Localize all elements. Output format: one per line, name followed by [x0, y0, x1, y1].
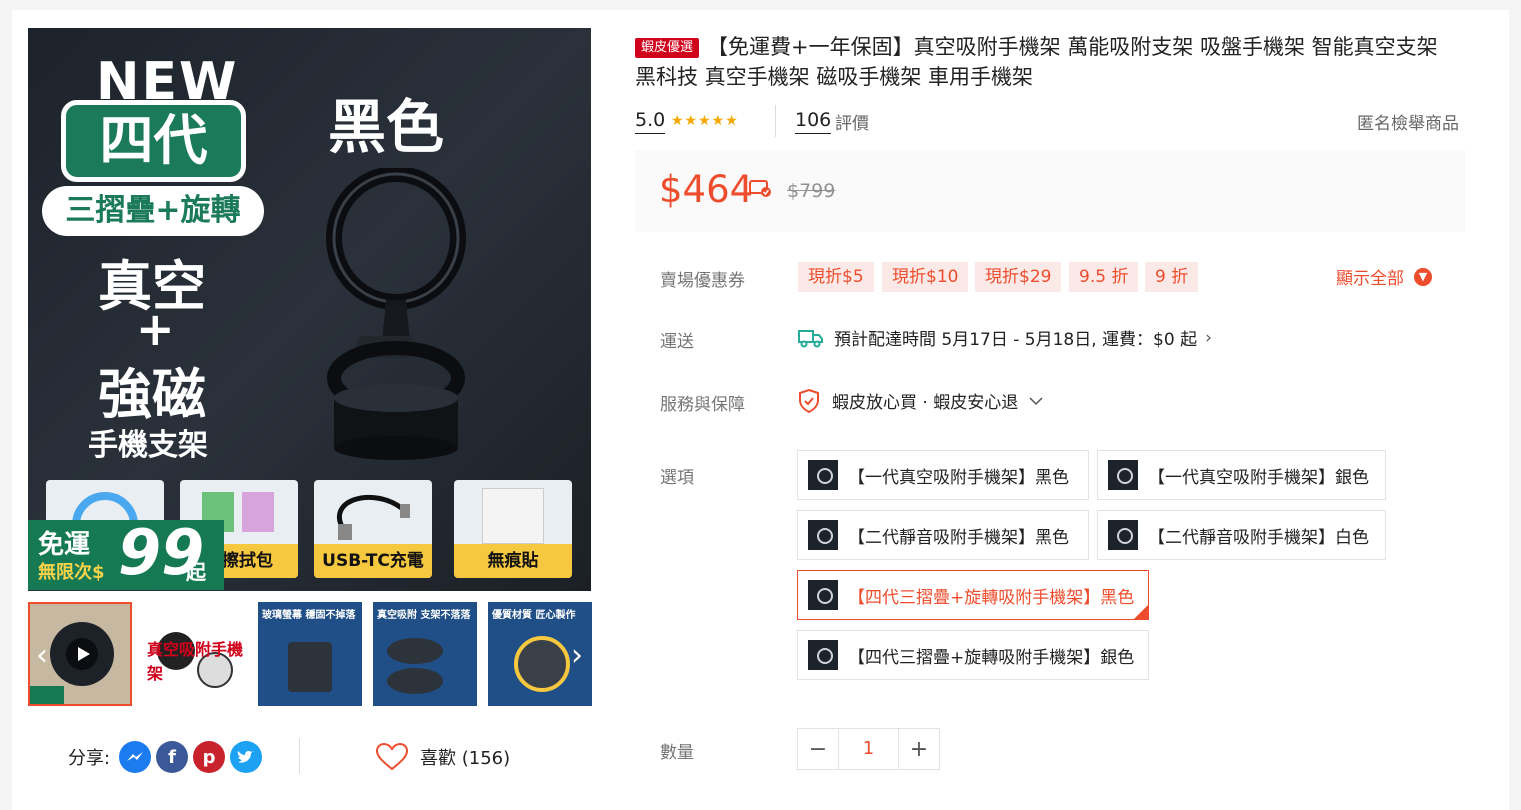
truck-icon	[798, 329, 823, 347]
option-label: 【四代三摺疊+旋轉吸附手機架】銀色	[848, 647, 1135, 668]
quantity-label: 數量	[660, 743, 694, 763]
twitter-icon[interactable]	[230, 741, 263, 773]
main-image-generation-badge: 四代	[61, 100, 246, 182]
main-image-holder-text: 手機支架	[88, 428, 208, 463]
thumbnail-caption: 優質材質 匠心製作	[492, 610, 576, 621]
facebook-icon[interactable]: f	[156, 741, 189, 773]
thumbnail-2[interactable]: 真空吸附手機架	[143, 602, 247, 706]
chevron-down-icon	[1029, 396, 1043, 405]
option-gen4-black-selected[interactable]: 【四代三摺疊+旋轉吸附手機架】黑色	[797, 570, 1149, 620]
service-guarantee[interactable]: 蝦皮放心買 · 蝦皮安心退	[798, 388, 1044, 413]
voucher-chip[interactable]: 9 折	[1145, 262, 1199, 292]
quantity-stepper: − 1 +	[797, 728, 940, 770]
shipping-label: 運送	[660, 332, 694, 352]
service-label: 服務與保障	[660, 395, 745, 415]
thumbnail-caption: 玻璃螢幕 穩固不掉落	[262, 610, 356, 621]
rating-value[interactable]: 5.0	[635, 107, 666, 134]
service-text: 蝦皮放心買 · 蝦皮安心退	[832, 393, 1019, 413]
main-image-feature-pill: 三摺疊+旋轉	[42, 186, 264, 236]
decrease-quantity-button[interactable]: −	[798, 729, 838, 769]
option-thumbnail	[808, 640, 838, 670]
option-thumbnail	[1108, 460, 1138, 490]
option-gen2-white[interactable]: 【二代靜音吸附手機架】白色	[1097, 510, 1386, 560]
selected-check-icon	[1134, 605, 1148, 619]
tile-label: USB-TC充電線	[314, 544, 432, 578]
option-label: 【二代靜音吸附手機架】黑色	[848, 527, 1069, 548]
tile-usb-cable: USB-TC充電線	[314, 480, 432, 578]
option-thumbnail	[808, 520, 838, 550]
share-bar: 分享: f p	[68, 740, 263, 774]
main-image-magnet-text: 強磁	[98, 363, 206, 426]
shipping-info[interactable]: 預計配達時間 5月17日 - 5月18日, 運費：$0 起 ›	[798, 325, 1212, 350]
option-label: 【一代真空吸附手機架】黑色	[848, 467, 1069, 488]
option-thumbnail	[1108, 520, 1138, 550]
thumbnail-3[interactable]: 玻璃螢幕 穩固不掉落	[258, 602, 362, 706]
main-image-plus-text: +	[136, 302, 175, 356]
vouchers-label: 賣場優惠券	[660, 271, 745, 291]
thumbnail-caption: 真空吸附 支架不落落	[377, 610, 471, 621]
quantity-input[interactable]: 1	[838, 729, 899, 769]
show-all-vouchers[interactable]: 顯示全部 ▼	[1336, 264, 1432, 289]
free-badge-line1: 免運	[38, 530, 91, 560]
messenger-icon[interactable]	[119, 741, 152, 773]
options-label: 選項	[660, 468, 694, 488]
stats-divider	[775, 105, 776, 137]
chevron-right-icon: ›	[1205, 327, 1212, 348]
voucher-chip[interactable]: 9.5 折	[1069, 262, 1139, 292]
product-title-text: 【免運費+一年保固】真空吸附手機架 萬能吸附支架 吸盤手機架 智能真空支架 黑科…	[635, 35, 1438, 89]
main-image-color-text: 黑色	[328, 93, 445, 161]
original-price: $799	[787, 180, 836, 202]
option-label: 【一代真空吸附手機架】銀色	[1148, 467, 1369, 488]
thumbnail-prev-arrow[interactable]: ‹	[30, 636, 54, 676]
price-box: $464 $799	[635, 150, 1465, 232]
review-count[interactable]: 106	[795, 107, 832, 134]
shield-icon	[799, 388, 819, 413]
share-label: 分享:	[68, 748, 111, 769]
option-thumbnail	[808, 460, 838, 490]
like-button[interactable]: 喜歡 (156)	[376, 740, 510, 774]
like-label: 喜歡 (156)	[420, 748, 511, 769]
option-gen1-silver[interactable]: 【一代真空吸附手機架】銀色	[1097, 450, 1386, 500]
chevron-down-icon: ▼	[1414, 267, 1432, 286]
report-link[interactable]: 匿名檢舉商品	[1357, 109, 1459, 134]
option-gen1-black[interactable]: 【一代真空吸附手機架】黑色	[797, 450, 1089, 500]
product-title: 蝦皮優選 【免運費+一年保固】真空吸附手機架 萬能吸附支架 吸盤手機架 智能真空支…	[635, 32, 1465, 92]
option-gen4-silver[interactable]: 【四代三摺疊+旋轉吸附手機架】銀色	[797, 630, 1149, 680]
tile-adhesive: 無痕貼	[454, 480, 572, 578]
preferred-tag: 蝦皮優選	[635, 38, 700, 58]
pinterest-icon[interactable]: p	[193, 741, 226, 773]
thumbnail-4[interactable]: 真空吸附 支架不落落	[373, 602, 477, 706]
phone-holder-illustration	[326, 168, 466, 460]
option-gen2-black[interactable]: 【二代靜音吸附手機架】黑色	[797, 510, 1089, 560]
share-divider	[299, 738, 300, 774]
thumbnail-next-arrow[interactable]: ›	[565, 636, 589, 676]
rating-stars-icon: ★★★★★	[671, 113, 739, 129]
option-thumbnail	[808, 580, 838, 610]
option-label: 【四代三摺疊+旋轉吸附手機架】黑色	[848, 587, 1135, 608]
increase-quantity-button[interactable]: +	[899, 729, 939, 769]
heart-icon	[376, 743, 408, 771]
price-coupon-icon[interactable]	[749, 178, 773, 198]
main-product-image[interactable]: NEW 四代 三摺疊+旋轉 真空 + 強磁 手機支架 黑色 清擦拭包 USB-T…	[28, 28, 591, 591]
free-badge-line2: 無限次$	[38, 562, 105, 583]
review-label: 評價	[835, 114, 869, 134]
voucher-chip[interactable]: 現折$29	[975, 262, 1062, 292]
play-icon	[66, 638, 98, 670]
option-label: 【二代靜音吸附手機架】白色	[1148, 527, 1369, 548]
show-all-label: 顯示全部	[1336, 269, 1404, 289]
shipping-text: 預計配達時間 5月17日 - 5月18日, 運費：$0 起	[834, 330, 1198, 350]
thumbnail-caption: 真空吸附手機架	[147, 640, 244, 683]
product-stats: 5.0 ★★★★★ 106 評價 匿名檢舉商品	[635, 105, 1465, 137]
tile-label: 無痕貼	[454, 544, 572, 578]
voucher-chip[interactable]: 現折$10	[882, 262, 969, 292]
thumbnail-strip: 真空吸附手機架 玻璃螢幕 穩固不掉落 真空吸附 支架不落落 優質材質 匠心製作	[28, 602, 592, 706]
current-price: $464	[659, 168, 754, 211]
free-badge-suffix: 起	[186, 560, 206, 584]
free-shipping-badge: 免運 無限次$ 99 起	[28, 516, 224, 590]
voucher-chip[interactable]: 現折$5	[798, 262, 874, 292]
